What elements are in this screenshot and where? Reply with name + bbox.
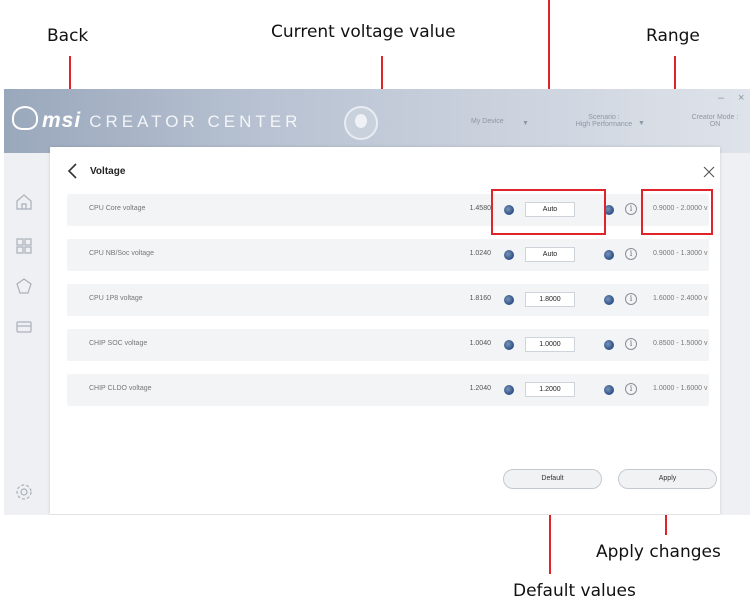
voltage-input[interactable]: 1.2000: [525, 382, 575, 397]
app-logo: msi CREATOR CENTER: [12, 106, 301, 133]
row-label: CHIP CLDO voltage: [89, 385, 152, 392]
increase-voltage-button[interactable]: [604, 250, 614, 260]
creator-mode-label: Creator Mode :: [691, 114, 739, 121]
current-voltage-value: 1.2040: [469, 385, 491, 392]
decrease-voltage-button[interactable]: [504, 295, 514, 305]
voltage-range: 1.6000 - 2.4000 v: [653, 295, 708, 302]
info-icon[interactable]: i: [625, 203, 637, 215]
current-voltage-value: 1.0240: [469, 250, 491, 257]
sidebar: [4, 153, 48, 515]
info-icon[interactable]: i: [625, 383, 637, 395]
default-button[interactable]: Default: [503, 469, 602, 489]
title-bar: msi CREATOR CENTER My Device ▼ Scenario :…: [4, 89, 750, 153]
row-label: CPU Core voltage: [89, 205, 146, 212]
settings-gear-icon[interactable]: [15, 483, 33, 501]
scenario-label: Scenario :: [588, 114, 620, 121]
current-voltage-value: 1.8160: [469, 295, 491, 302]
creator-icon[interactable]: [15, 277, 33, 295]
increase-voltage-button[interactable]: [604, 205, 614, 215]
voltage-range: 1.0000 - 1.6000 v: [653, 385, 708, 392]
row-label: CPU NB/Soc voltage: [89, 250, 154, 257]
creator-mode-value: ON: [709, 121, 721, 128]
voltage-row-cpu-1p8: CPU 1P8 voltage 1.8160 1.8000 i 1.6000 -…: [67, 284, 709, 316]
my-device-menu[interactable]: My Device: [471, 118, 504, 125]
my-device-caret-icon[interactable]: ▼: [522, 120, 529, 127]
voltage-row-chip-cldo: CHIP CLDO voltage 1.2040 1.2000 i 1.0000…: [67, 374, 709, 406]
voltage-panel: Voltage CPU Core voltage 1.4580 Auto i 0…: [50, 147, 720, 514]
voltage-row-cpu-core: CPU Core voltage 1.4580 Auto i 0.9000 - …: [67, 194, 709, 226]
row-label: CPU 1P8 voltage: [89, 295, 143, 302]
annotation-back: Back: [47, 26, 89, 46]
voltage-range: 0.9000 - 2.0000 v: [653, 205, 708, 212]
toolbox-icon[interactable]: [15, 317, 33, 335]
minimize-icon[interactable]: –: [718, 92, 724, 104]
decrease-voltage-button[interactable]: [504, 205, 514, 215]
info-icon[interactable]: i: [625, 248, 637, 260]
avatar[interactable]: [344, 106, 378, 140]
voltage-range: 0.9000 - 1.3000 v: [653, 250, 708, 257]
apply-button[interactable]: Apply: [618, 469, 717, 489]
creator-mode-status[interactable]: Creator Mode : ON: [680, 114, 750, 128]
annotation-default-values: Default values: [513, 581, 636, 601]
increase-voltage-button[interactable]: [604, 295, 614, 305]
voltage-input[interactable]: Auto: [525, 202, 575, 217]
home-icon[interactable]: [15, 193, 33, 211]
current-voltage-value: 1.0040: [469, 340, 491, 347]
window-close-icon[interactable]: ×: [738, 92, 744, 104]
scenario-caret-icon[interactable]: ▼: [638, 120, 645, 127]
info-icon[interactable]: i: [625, 293, 637, 305]
msi-dragon-icon: [12, 106, 38, 130]
annotation-range: Range: [646, 26, 700, 46]
decrease-voltage-button[interactable]: [504, 385, 514, 395]
decrease-voltage-button[interactable]: [504, 340, 514, 350]
voltage-range: 0.8500 - 1.5000 v: [653, 340, 708, 347]
info-icon[interactable]: i: [625, 338, 637, 350]
app-window: msi CREATOR CENTER My Device ▼ Scenario :…: [4, 89, 750, 515]
current-voltage-value: 1.4580: [469, 205, 491, 212]
grid-icon[interactable]: [15, 237, 33, 255]
row-label: CHIP SOC voltage: [89, 340, 148, 347]
close-icon[interactable]: [702, 165, 716, 179]
voltage-input[interactable]: 1.0000: [525, 337, 575, 352]
back-chevron-left-icon[interactable]: [64, 161, 82, 181]
voltage-row-cpu-nb-soc: CPU NB/Soc voltage 1.0240 Auto i 0.9000 …: [67, 239, 709, 271]
scenario-value: High Performance: [575, 121, 633, 128]
scenario-menu[interactable]: Scenario : High Performance: [564, 114, 644, 128]
decrease-voltage-button[interactable]: [504, 250, 514, 260]
voltage-input[interactable]: Auto: [525, 247, 575, 262]
annotation-current-voltage: Current voltage value: [271, 22, 456, 42]
page-title: Voltage: [90, 166, 126, 177]
increase-voltage-button[interactable]: [604, 340, 614, 350]
voltage-input[interactable]: 1.8000: [525, 292, 575, 307]
voltage-row-chip-soc: CHIP SOC voltage 1.0040 1.0000 i 0.8500 …: [67, 329, 709, 361]
increase-voltage-button[interactable]: [604, 385, 614, 395]
annotation-apply-changes: Apply changes: [596, 542, 721, 562]
